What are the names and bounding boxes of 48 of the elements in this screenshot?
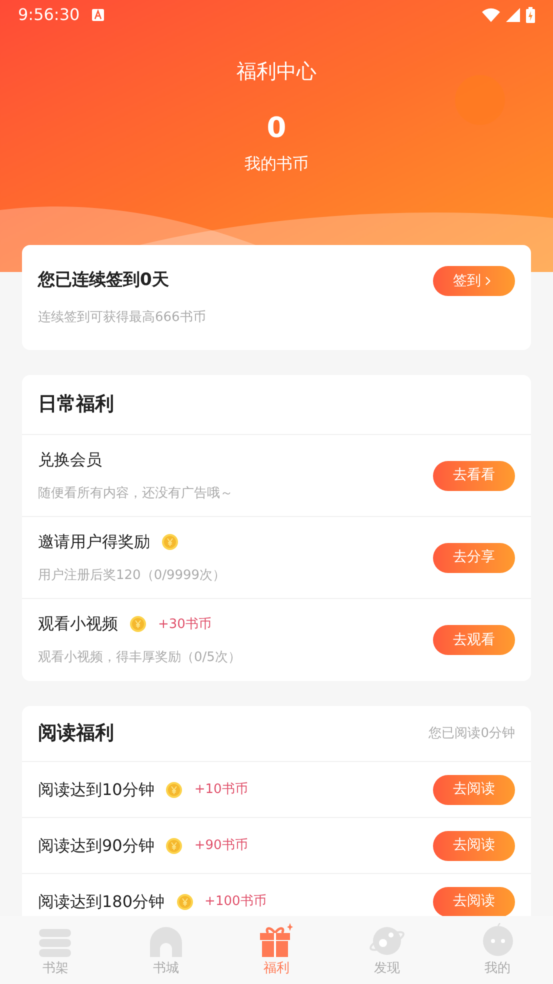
tab-bar-item[interactable]: 书架 [20, 921, 90, 979]
coin-balance: 0 [266, 114, 286, 142]
wifi-icon [482, 8, 500, 22]
task-button[interactable]: 去阅读 [433, 886, 515, 916]
coin-icon [130, 616, 146, 632]
section-title: 日常福利 [38, 392, 114, 418]
signal-icon [506, 8, 520, 22]
notification-icon [92, 9, 104, 21]
tab-bar-item[interactable]: 书城 [130, 921, 201, 979]
tab-bar-item[interactable]: 福利 [241, 921, 312, 979]
battery-icon [526, 7, 535, 23]
check-in-button[interactable]: 签到 [433, 266, 515, 296]
gift-icon [259, 923, 294, 958]
task-button[interactable]: 去观看 [433, 625, 515, 655]
tab-bar-item[interactable]: 发现 [352, 921, 422, 979]
task-title: 兑换会员 [38, 448, 102, 471]
task-description: 随便看所有内容，还没有广告哦～ [38, 484, 233, 503]
task-description: 用户注册后奖120（0/9999次） [38, 566, 226, 585]
face-icon [482, 923, 514, 958]
status-time: 9:56:30 [18, 4, 80, 26]
task-title: 阅读达到180分钟 [38, 890, 165, 912]
task-button[interactable]: 去阅读 [433, 774, 515, 804]
task-description: 观看小视频，得丰厚奖励（0/5次） [38, 649, 241, 668]
coin-icon [176, 894, 193, 910]
coin-balance-label: 我的书币 [244, 153, 308, 175]
reading-time-note: 您已阅读0分钟 [428, 724, 515, 743]
coin-icon [166, 838, 182, 854]
tab-bar-item[interactable]: 我的 [462, 921, 533, 979]
section-title: 阅读福利 [38, 721, 114, 746]
task-title: 邀请用户得奖励 [38, 530, 150, 553]
check-in-hint: 连续签到可获得最高666书币 [38, 308, 206, 326]
coin-icon [166, 782, 182, 798]
check-in-streak: 您已连续签到0天 [38, 269, 170, 292]
task-title: 阅读达到90分钟 [38, 834, 154, 856]
arch-icon [150, 927, 182, 958]
task-title: 观看小视频 [38, 613, 118, 636]
task-button[interactable]: 去阅读 [433, 830, 515, 860]
task-button[interactable]: 去分享 [433, 542, 515, 572]
task-button[interactable]: 去看看 [433, 460, 515, 490]
reward-amount: +100书币 [204, 892, 266, 911]
page-title: 福利中心 [236, 58, 316, 85]
reward-amount: +90书币 [194, 836, 248, 855]
coin-icon [162, 534, 178, 550]
task-title: 阅读达到10分钟 [38, 778, 154, 800]
reward-amount: +30书币 [158, 616, 212, 634]
books-icon [39, 929, 72, 958]
reward-amount: +10书币 [194, 780, 248, 799]
planet-icon [369, 925, 406, 958]
